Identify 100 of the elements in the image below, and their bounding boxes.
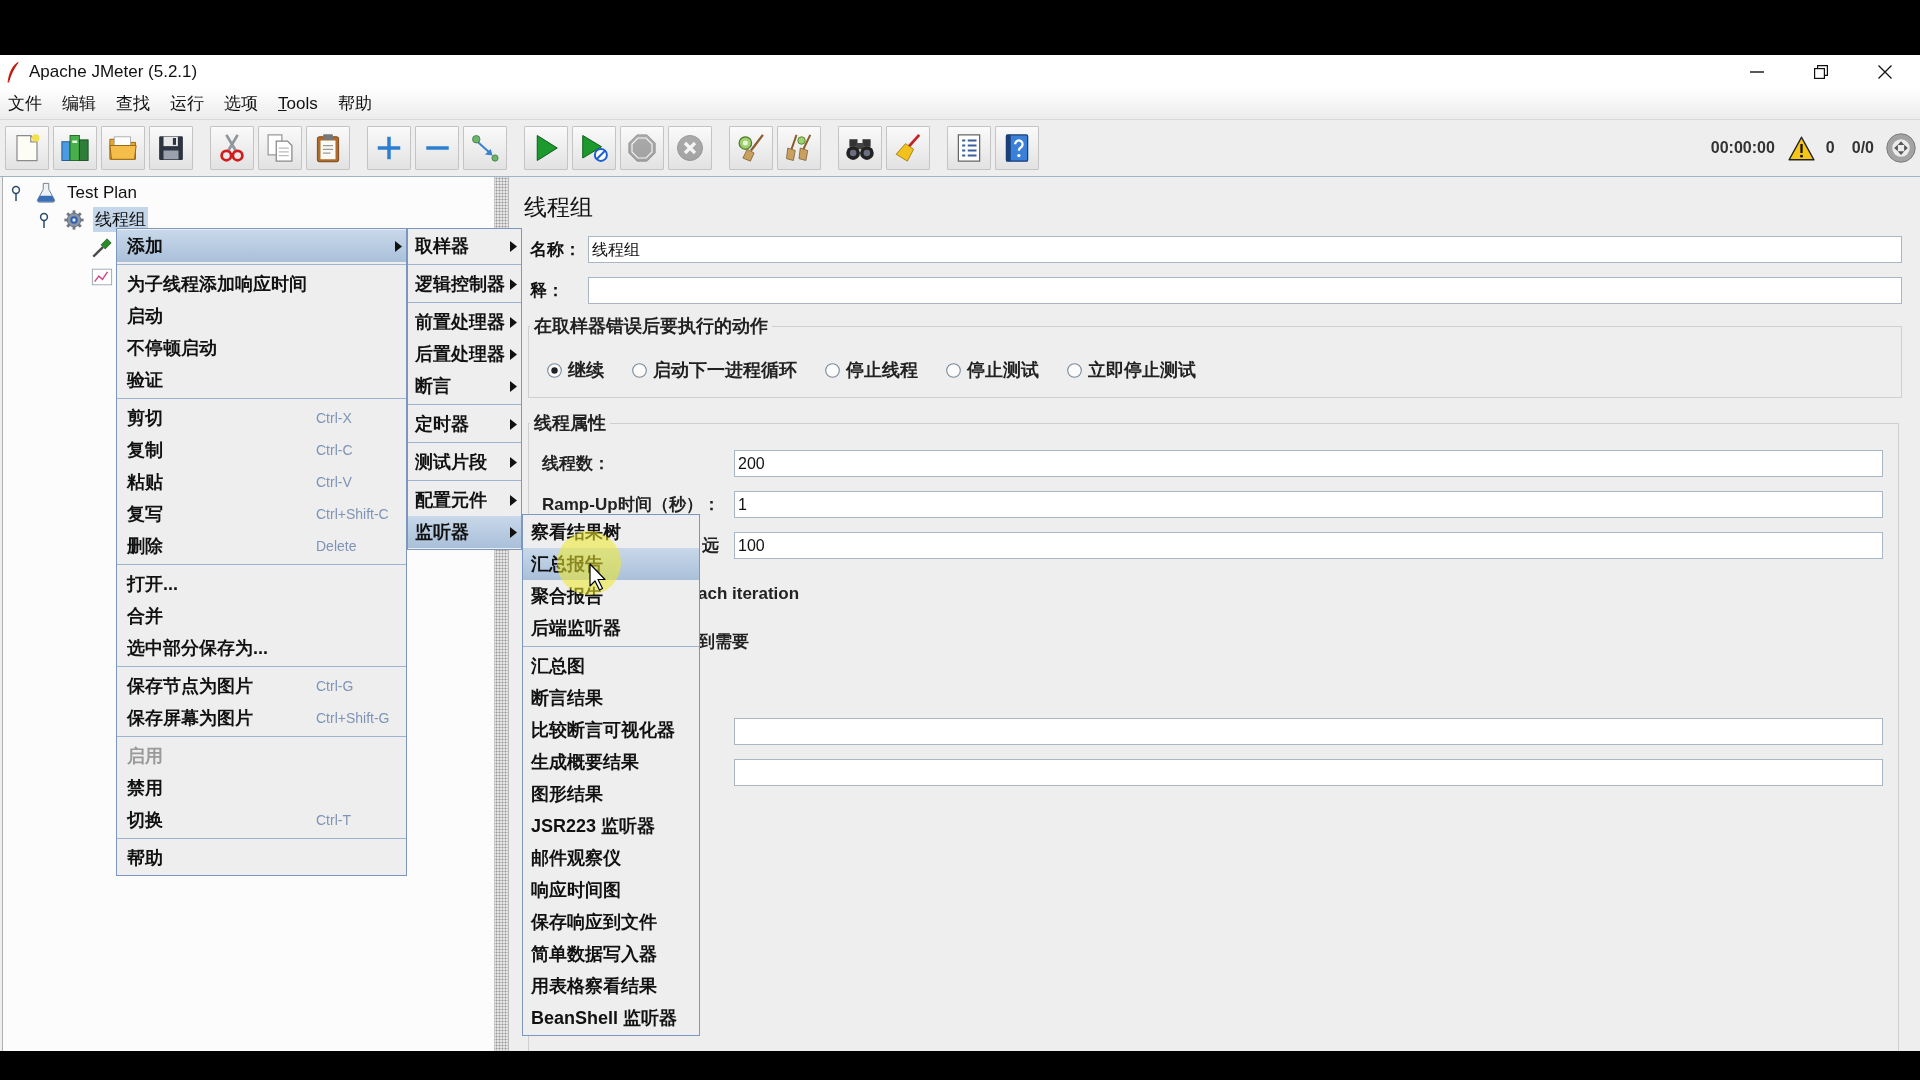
radio-option[interactable]: 停止测试 <box>946 360 1039 380</box>
menu-item[interactable]: 帮助 <box>117 842 406 874</box>
menu-item[interactable]: 禁用 <box>117 772 406 804</box>
menu-item[interactable]: 为子线程添加响应时间 <box>117 268 406 300</box>
gear-broom-icon <box>736 133 766 163</box>
paste-button[interactable] <box>306 126 350 170</box>
function-helper-button[interactable] <box>947 126 991 170</box>
open-button[interactable] <box>101 126 145 170</box>
text-field[interactable] <box>734 718 1883 745</box>
menu-item[interactable]: 运行 <box>160 89 214 118</box>
group-title: 线程属性 <box>532 412 607 435</box>
menu-item[interactable]: 粘贴 Ctrl-V <box>117 466 406 498</box>
toggle-button[interactable] <box>463 126 507 170</box>
menu-item[interactable]: 启动 <box>117 300 406 332</box>
submenu-arrow-icon <box>395 240 402 252</box>
radio-option[interactable]: 停止线程 <box>825 360 918 380</box>
save-button[interactable] <box>149 126 193 170</box>
menu-item[interactable]: 断言 <box>408 370 521 402</box>
menu-item[interactable]: 察看结果树 <box>523 516 699 548</box>
radio-icon[interactable] <box>547 362 562 378</box>
clear-button[interactable] <box>729 126 773 170</box>
menu-item[interactable]: 配置元件 <box>408 484 521 516</box>
window-title: Apache JMeter (5.2.1) <box>29 61 198 82</box>
help-button[interactable] <box>995 126 1039 170</box>
menu-item[interactable]: 删除 Delete <box>117 530 406 562</box>
menu-item[interactable]: 取样器 <box>408 230 521 262</box>
menu-item[interactable]: 定时器 <box>408 408 521 440</box>
radio-option[interactable]: 立即停止测试 <box>1067 360 1196 380</box>
menu-item[interactable]: 图形结果 <box>523 778 699 810</box>
start-no-pauses-button[interactable] <box>572 126 616 170</box>
radio-option[interactable]: 继续 <box>547 360 604 380</box>
tree-node-label[interactable]: 线程组 <box>93 207 148 232</box>
menu-item[interactable]: JSR223 监听器 <box>523 810 699 842</box>
radio-icon[interactable] <box>825 362 840 378</box>
menu-item[interactable]: 切换 Ctrl-T <box>117 804 406 836</box>
text-field[interactable]: 100 <box>734 532 1883 559</box>
cut-button[interactable] <box>210 126 254 170</box>
menu-item[interactable]: 复写 Ctrl+Shift-C <box>117 498 406 530</box>
menu-item[interactable]: 比较断言可视化器 <box>523 714 699 746</box>
menu-item[interactable]: 聚合报告 <box>523 580 699 612</box>
menu-item[interactable]: 剪切 Ctrl-X <box>117 402 406 434</box>
play-slash-icon <box>579 133 609 163</box>
menu-item[interactable]: 后端监听器 <box>523 612 699 644</box>
pages-icon <box>265 133 295 163</box>
menu-item[interactable]: 保存节点为图片 Ctrl-G <box>117 670 406 702</box>
menu-item[interactable]: 查找 <box>106 89 160 118</box>
radio-option[interactable]: 启动下一进程循环 <box>632 360 797 380</box>
menu-item[interactable]: 响应时间图 <box>523 874 699 906</box>
clear-all-button[interactable] <box>777 126 821 170</box>
menu-item[interactable]: 汇总图 <box>523 650 699 682</box>
group-title: 在取样器错误后要执行的动作 <box>533 315 769 338</box>
menu-item[interactable]: Tools <box>268 90 328 117</box>
menu-item[interactable]: 保存响应到文件 <box>523 906 699 938</box>
menu-item[interactable]: 前置处理器 <box>408 306 521 338</box>
menu-item[interactable]: 编辑 <box>52 89 106 118</box>
expand-handle-icon[interactable] <box>37 211 51 228</box>
radio-icon[interactable] <box>1067 362 1082 378</box>
new-button[interactable] <box>5 126 49 170</box>
menu-item[interactable]: 复制 Ctrl-C <box>117 434 406 466</box>
menu-item[interactable]: 文件 <box>0 89 52 118</box>
menu-item[interactable]: 验证 <box>117 364 406 396</box>
menu-item[interactable]: 断言结果 <box>523 682 699 714</box>
menu-item[interactable]: 测试片段 <box>408 446 521 478</box>
menu-item[interactable]: 打开... <box>117 568 406 600</box>
menu-item[interactable]: 添加 <box>117 230 406 262</box>
menu-item[interactable]: 选项 <box>214 89 268 118</box>
text-field[interactable] <box>734 759 1883 786</box>
menu-item[interactable]: 合并 <box>117 600 406 632</box>
radio-icon[interactable] <box>946 362 961 378</box>
menu-item[interactable]: 监听器 <box>408 516 521 548</box>
start-button[interactable] <box>524 126 568 170</box>
expand-button[interactable] <box>367 126 411 170</box>
menu-item[interactable]: 选中部分保存为... <box>117 632 406 664</box>
menu-item[interactable]: 不停顿启动 <box>117 332 406 364</box>
text-field[interactable]: 200 <box>734 450 1883 477</box>
field-label: 释： <box>530 280 565 302</box>
menu-item[interactable]: 后置处理器 <box>408 338 521 370</box>
restore-icon <box>1814 64 1828 79</box>
menu-item[interactable]: BeanShell 监听器 <box>523 1002 699 1034</box>
shortcut-label: Delete <box>316 538 357 554</box>
expand-handle-icon[interactable] <box>9 184 23 201</box>
option-label: ach iteration <box>698 585 800 603</box>
broom-icon <box>893 133 923 163</box>
menu-item[interactable]: 生成概要结果 <box>523 746 699 778</box>
templates-button[interactable] <box>53 126 97 170</box>
name-field[interactable]: 线程组 <box>588 236 1902 263</box>
radio-icon[interactable] <box>632 362 647 378</box>
text-field[interactable]: 1 <box>734 491 1883 518</box>
tree-node-label[interactable]: Test Plan <box>65 181 139 204</box>
menu-item[interactable]: 简单数据写入器 <box>523 938 699 970</box>
search-button[interactable] <box>838 126 882 170</box>
collapse-button[interactable] <box>415 126 459 170</box>
menu-item[interactable]: 保存屏幕为图片 Ctrl+Shift-G <box>117 702 406 734</box>
menu-item[interactable]: 用表格察看结果 <box>523 970 699 1002</box>
menu-item[interactable]: 逻辑控制器 <box>408 268 521 300</box>
copy-button[interactable] <box>258 126 302 170</box>
comment-field[interactable] <box>588 277 1902 304</box>
menu-item[interactable]: 邮件观察仪 <box>523 842 699 874</box>
warning-icon[interactable] <box>1787 135 1815 161</box>
menu-item[interactable]: 帮助 <box>327 89 382 118</box>
